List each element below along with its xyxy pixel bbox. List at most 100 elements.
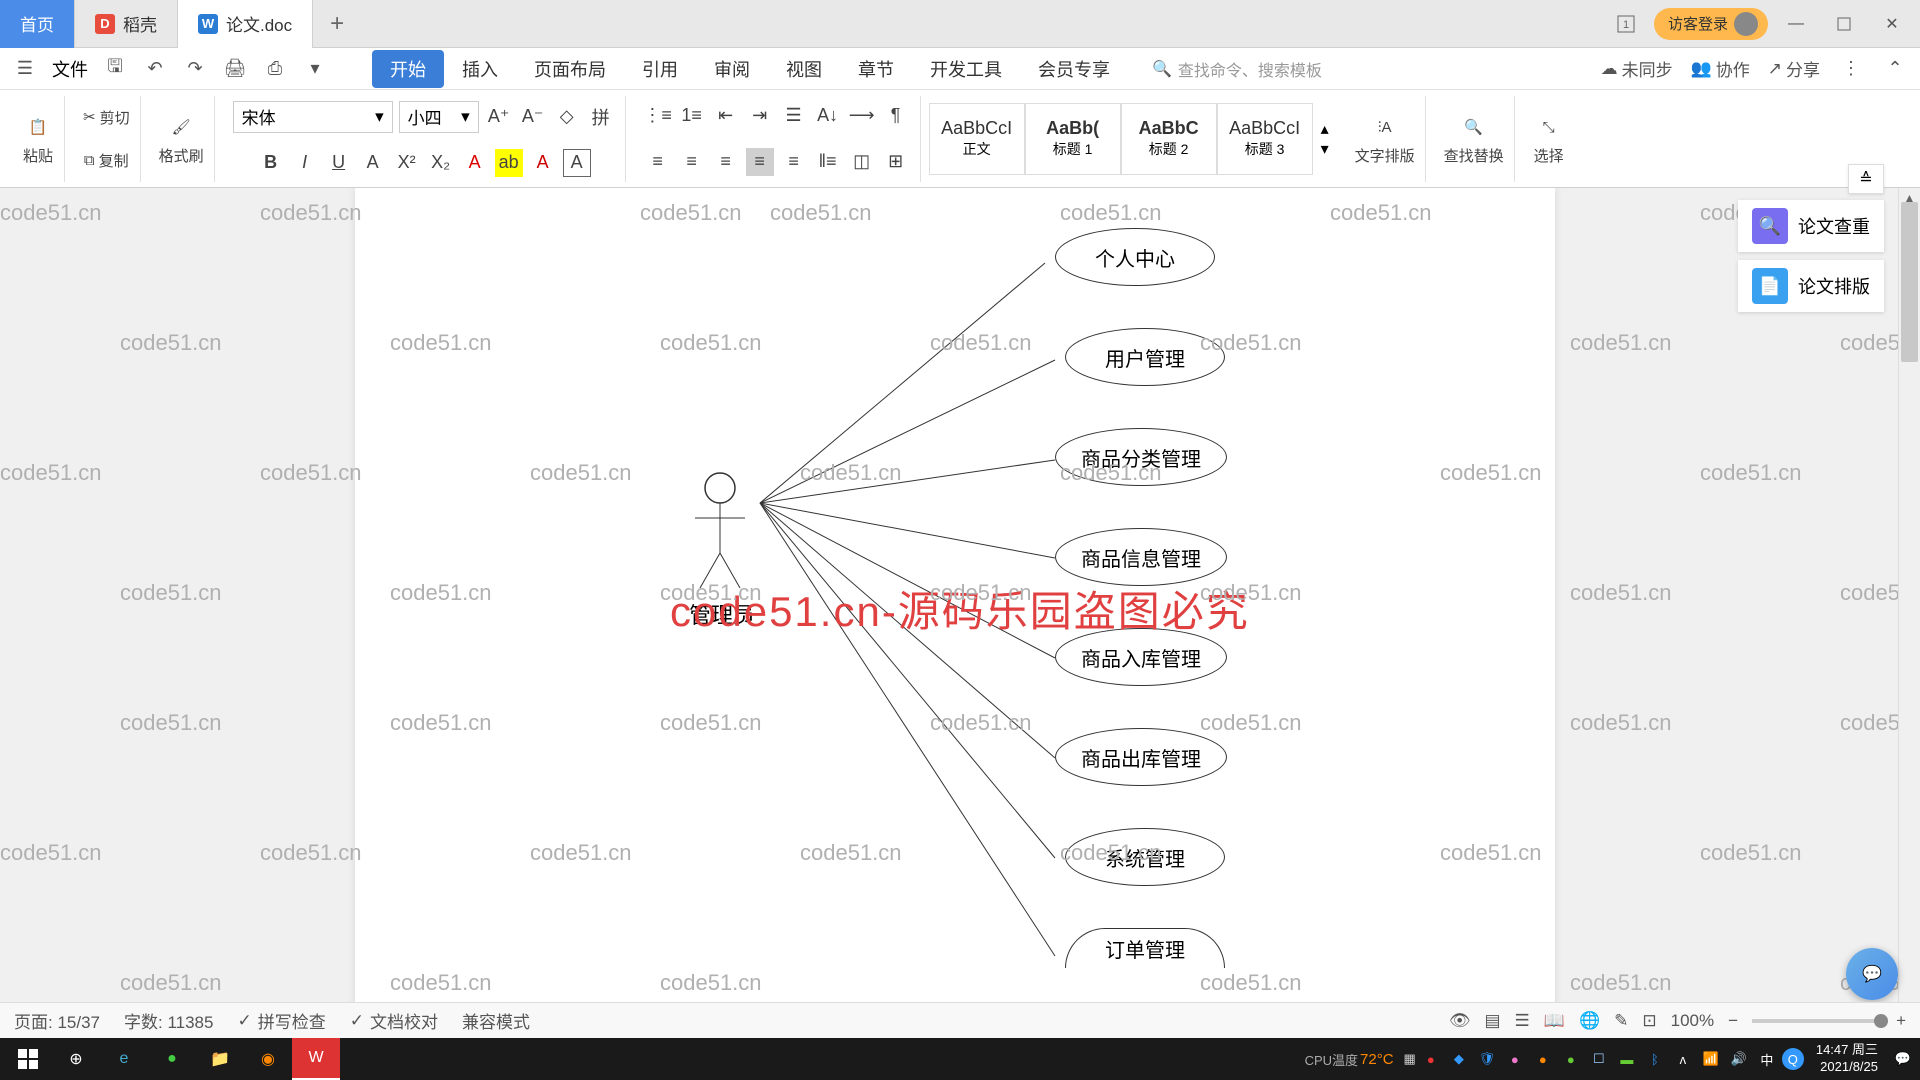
layout-icon[interactable]: 1 (1606, 4, 1646, 44)
clear-format-icon[interactable]: ◇ (553, 103, 581, 131)
char-border-button[interactable]: A (563, 149, 591, 177)
print-icon[interactable]: 🖨 (222, 56, 248, 82)
style-normal[interactable]: AaBbCcI正文 (929, 103, 1025, 175)
underline-button[interactable]: U (325, 149, 353, 177)
style-h1[interactable]: AaBb(标题 1 (1025, 103, 1121, 175)
zoom-slider[interactable] (1752, 1019, 1882, 1023)
search-tray-icon[interactable]: Q (1782, 1048, 1804, 1070)
align-justify-button[interactable]: ≡ (746, 148, 774, 176)
sync-status[interactable]: ☁未同步 (1601, 56, 1673, 81)
wps-icon[interactable]: W (292, 1038, 340, 1080)
app1-icon[interactable]: ◉ (244, 1038, 292, 1080)
menu-chapter[interactable]: 章节 (840, 50, 912, 88)
highlight-button[interactable]: ab (495, 149, 523, 177)
save-icon[interactable]: 🖫 (102, 56, 128, 82)
decrease-font-icon[interactable]: A⁻ (519, 103, 547, 131)
tray4-icon[interactable]: ● (1502, 1046, 1528, 1072)
document-area[interactable]: 个人中心 用户管理 商品分类管理 商品信息管理 商品入库管理 商品出库管理 系统… (0, 188, 1898, 1016)
undo-icon[interactable]: ↶ (142, 56, 168, 82)
sort-button[interactable]: A↓ (814, 102, 842, 130)
eye-icon[interactable]: 👁 (1449, 1011, 1471, 1031)
tabs-button[interactable]: ⟶ (848, 102, 876, 130)
share-button[interactable]: ↗分享 (1768, 56, 1820, 81)
increase-font-icon[interactable]: A⁺ (485, 103, 513, 131)
start-button[interactable] (4, 1038, 52, 1080)
cpu-meter-icon[interactable]: ▦ (1404, 1051, 1416, 1067)
tray5-icon[interactable]: ● (1530, 1046, 1556, 1072)
vertical-scrollbar[interactable]: ▲ ▼ (1898, 188, 1920, 1016)
distribute-button[interactable]: ≡ (780, 148, 808, 176)
proofread[interactable]: ✓文档校对 (350, 1008, 438, 1033)
format-painter-button[interactable]: 🖌 格式刷 (159, 111, 204, 166)
find-replace-button[interactable]: 🔍查找替换 (1444, 111, 1504, 166)
redo-icon[interactable]: ↷ (182, 56, 208, 82)
explorer-icon[interactable]: 📁 (196, 1038, 244, 1080)
thesis-format-button[interactable]: 📄 论文排版 (1738, 260, 1884, 312)
web-view-icon[interactable]: 🌐 (1579, 1011, 1600, 1031)
ie-icon[interactable]: e (100, 1038, 148, 1080)
scroll-thumb[interactable] (1901, 202, 1918, 362)
align-left-button[interactable]: ≡ (644, 148, 672, 176)
superscript-button[interactable]: X² (393, 149, 421, 177)
plagiarism-check-button[interactable]: 🔍 论文查重 (1738, 200, 1884, 252)
login-button[interactable]: 访客登录 (1654, 8, 1768, 40)
phonetic-icon[interactable]: 拼 (587, 103, 615, 131)
tab-document[interactable]: W 论文.doc (178, 0, 313, 48)
font-color-button[interactable]: A (461, 149, 489, 177)
copilot-icon[interactable]: ⊕ (52, 1038, 100, 1080)
page-indicator[interactable]: 页面: 15/37 (14, 1008, 100, 1033)
page-view-icon[interactable]: ▤ (1484, 1011, 1500, 1031)
zoom-level[interactable]: 100% (1671, 1011, 1714, 1031)
paste-button[interactable]: 📋 粘贴 (22, 111, 54, 166)
select-button[interactable]: ⤡选择 (1533, 111, 1565, 166)
word-count[interactable]: 字数: 11385 (124, 1008, 213, 1033)
menu-review[interactable]: 审阅 (696, 50, 768, 88)
strikethrough-button[interactable]: A (359, 149, 387, 177)
style-up-icon[interactable]: ▴ (1321, 119, 1329, 139)
collapse-panel-button[interactable]: ≙ (1848, 164, 1884, 194)
more-icon[interactable]: ⋮ (1838, 56, 1864, 82)
tray-up-icon[interactable]: ʌ (1670, 1046, 1696, 1072)
command-search[interactable]: 🔍 查找命令、搜索模板 (1152, 57, 1322, 81)
italic-button[interactable]: I (291, 149, 319, 177)
tray7-icon[interactable]: ☐ (1586, 1046, 1612, 1072)
volume-icon[interactable]: 🔊 (1726, 1046, 1752, 1072)
tray6-icon[interactable]: ● (1558, 1046, 1584, 1072)
zoom-in-button[interactable]: + (1896, 1011, 1906, 1031)
pen-icon[interactable]: ✎ (1614, 1011, 1628, 1031)
style-h2[interactable]: AaBbC标题 2 (1121, 103, 1217, 175)
collab-button[interactable]: 👥协作 (1691, 56, 1750, 81)
cut-button[interactable]: ✂剪切 (83, 107, 130, 128)
notification-icon[interactable]: 💬 (1890, 1046, 1916, 1072)
menu-layout[interactable]: 页面布局 (516, 50, 624, 88)
reading-view-icon[interactable]: 📖 (1544, 1011, 1565, 1031)
outline-view-icon[interactable]: ☰ (1515, 1011, 1530, 1031)
numbering-button[interactable]: 1≡ (678, 102, 706, 130)
menu-insert[interactable]: 插入 (444, 50, 516, 88)
collapse-ribbon-icon[interactable]: ⌃ (1882, 56, 1908, 82)
fit-icon[interactable]: ⊡ (1642, 1011, 1656, 1031)
subscript-button[interactable]: X₂ (427, 149, 455, 177)
show-marks-button[interactable]: ¶ (882, 102, 910, 130)
tab-daoke[interactable]: D 稻壳 (75, 0, 178, 48)
tab-home[interactable]: 首页 (0, 0, 75, 48)
zoom-out-button[interactable]: − (1728, 1011, 1738, 1031)
wifi-icon[interactable]: 📶 (1698, 1046, 1724, 1072)
maximize-button[interactable] (1824, 4, 1864, 44)
line-spacing-button[interactable]: ‖≡ (814, 148, 842, 176)
spell-check[interactable]: ✓拼写检查 (237, 1008, 325, 1033)
menu-devtools[interactable]: 开发工具 (912, 50, 1020, 88)
menu-icon[interactable]: ☰ (12, 56, 38, 82)
font-size-select[interactable]: 小四▾ (399, 101, 479, 133)
file-menu[interactable]: 文件 (52, 56, 88, 82)
tray8-icon[interactable]: ▬ (1614, 1046, 1640, 1072)
preview-icon[interactable]: ⎙ (262, 56, 288, 82)
ime-icon[interactable]: 中 (1754, 1046, 1780, 1072)
menu-start[interactable]: 开始 (372, 50, 444, 88)
tray3-icon[interactable]: 🛡 (1474, 1046, 1500, 1072)
bullets-button[interactable]: ⋮≡ (644, 102, 672, 130)
borders-button[interactable]: ⊞ (882, 148, 910, 176)
tray1-icon[interactable]: ● (1418, 1046, 1444, 1072)
increase-indent-button[interactable]: ⇥ (746, 102, 774, 130)
browser-icon[interactable]: ● (148, 1038, 196, 1080)
